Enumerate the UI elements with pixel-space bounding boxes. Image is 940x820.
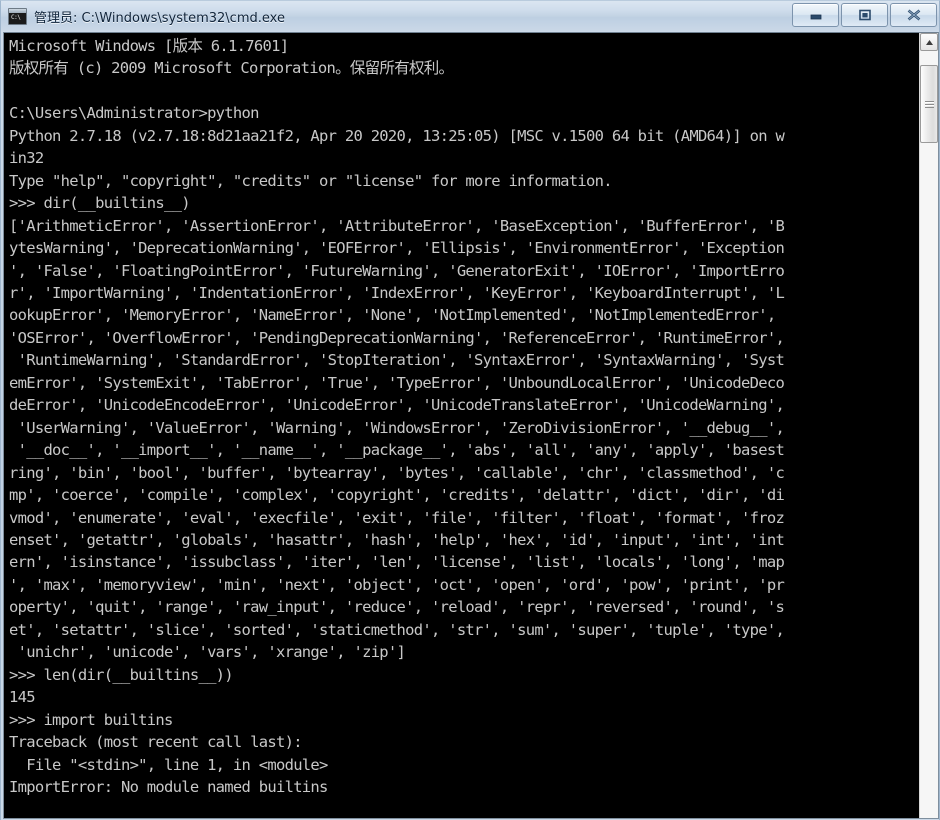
cmd-icon: C:\ <box>8 7 27 25</box>
console-text: Microsoft Windows [版本 6.1.7601] 版权所有 (c)… <box>9 37 785 796</box>
scroll-thumb-grip <box>924 100 934 108</box>
maximize-button[interactable] <box>841 3 888 27</box>
window-title: 管理员: C:\Windows\system32\cmd.exe <box>34 10 285 26</box>
maximize-icon <box>858 9 871 21</box>
window-controls <box>792 3 937 27</box>
title-bar[interactable]: C:\ 管理员: C:\Windows\system32\cmd.exe <box>1 1 939 31</box>
vertical-scrollbar[interactable] <box>919 33 938 818</box>
minimize-button[interactable] <box>792 3 839 27</box>
scroll-up-button[interactable] <box>920 33 938 51</box>
scroll-up-arrow-icon <box>925 39 933 45</box>
scrollbar-track[interactable] <box>920 51 938 818</box>
cmd-icon-glyph: C:\ <box>11 13 21 21</box>
console-output-area[interactable]: Microsoft Windows [版本 6.1.7601] 版权所有 (c)… <box>4 33 919 818</box>
cmd-window: C:\ 管理员: C:\Windows\system32\cmd.exe Mic… <box>0 0 940 820</box>
close-icon <box>907 9 920 21</box>
scroll-thumb[interactable] <box>920 65 938 143</box>
minimize-icon <box>810 14 821 20</box>
close-button[interactable] <box>890 3 937 27</box>
console-frame: Microsoft Windows [版本 6.1.7601] 版权所有 (c)… <box>3 32 939 819</box>
